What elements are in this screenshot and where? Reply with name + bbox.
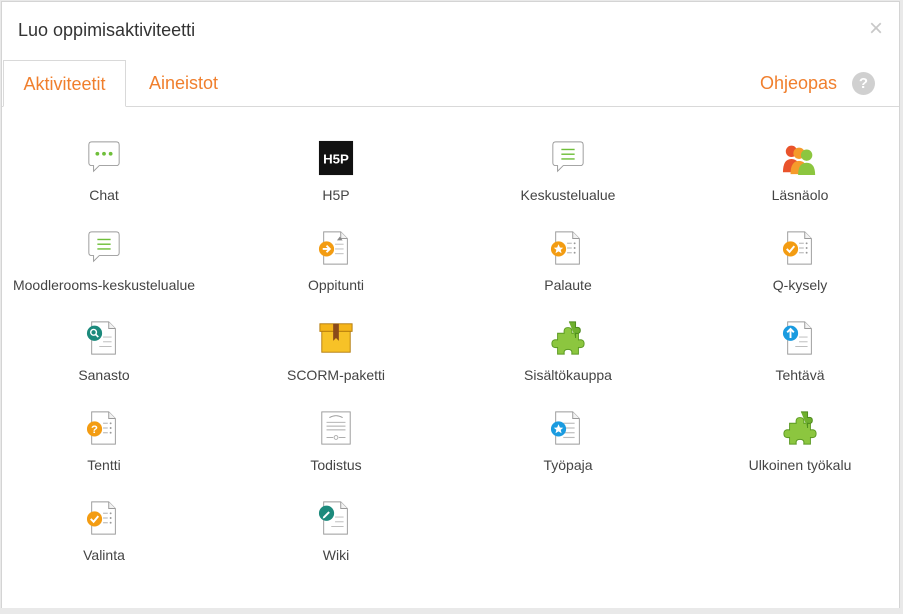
activity-chat[interactable]: Chat bbox=[0, 107, 209, 203]
activity-attendance[interactable]: Läsnäolo bbox=[695, 107, 903, 203]
close-icon[interactable]: × bbox=[865, 16, 887, 42]
page-background-strip bbox=[0, 608, 903, 614]
activity-wiki[interactable]: Wiki bbox=[231, 467, 441, 563]
svg-text:?: ? bbox=[91, 424, 98, 436]
forum-icon bbox=[88, 231, 120, 262]
h5p-icon: H5P bbox=[318, 140, 354, 176]
activity-chooser-dialog: Luo oppimisaktiviteetti × Aktiviteetit A… bbox=[1, 1, 900, 609]
activity-label: Työpaja bbox=[543, 457, 593, 473]
questionnaire-icon bbox=[782, 231, 812, 265]
puzzle-icon bbox=[551, 321, 585, 355]
activity-grid: Chat H5P H5P Keskustelualue Läsnäolo Moo… bbox=[2, 107, 901, 587]
dialog-header: Luo oppimisaktiviteetti × bbox=[2, 2, 899, 60]
feedback-icon bbox=[550, 231, 580, 265]
activity-assignment[interactable]: Tehtävä bbox=[695, 287, 903, 383]
activity-choice[interactable]: Valinta bbox=[0, 467, 209, 563]
activity-label: Ulkoinen työkalu bbox=[748, 457, 852, 473]
lesson-icon bbox=[318, 231, 348, 265]
activity-questionnaire[interactable]: Q-kysely bbox=[695, 197, 903, 293]
tab-resources[interactable]: Aineistot bbox=[149, 60, 218, 106]
forum-icon bbox=[552, 141, 584, 172]
workshop-icon bbox=[550, 411, 580, 445]
activity-content-store[interactable]: Sisältökauppa bbox=[463, 287, 673, 383]
tab-activities[interactable]: Aktiviteetit bbox=[3, 60, 126, 107]
wiki-icon bbox=[318, 501, 348, 535]
activity-forum[interactable]: Keskustelualue bbox=[463, 107, 673, 203]
help-guide-link[interactable]: Ohjeopas bbox=[760, 60, 837, 106]
svg-text:H5P: H5P bbox=[323, 152, 349, 167]
activity-moodlerooms-forum[interactable]: Moodlerooms-keskustelualue bbox=[0, 197, 209, 293]
quiz-icon: ? bbox=[86, 411, 116, 445]
question-mark-icon[interactable]: ? bbox=[852, 72, 875, 95]
activity-external-tool[interactable]: Ulkoinen työkalu bbox=[695, 377, 903, 473]
activity-lesson[interactable]: Oppitunti bbox=[231, 197, 441, 293]
activity-feedback[interactable]: Palaute bbox=[463, 197, 673, 293]
activity-label: Wiki bbox=[322, 547, 350, 563]
chat-icon bbox=[88, 141, 120, 172]
activity-glossary[interactable]: Sanasto bbox=[0, 287, 209, 383]
activity-certificate[interactable]: Todistus bbox=[231, 377, 441, 473]
glossary-icon bbox=[86, 321, 116, 355]
activity-workshop[interactable]: Työpaja bbox=[463, 377, 673, 473]
dialog-title: Luo oppimisaktiviteetti bbox=[18, 20, 196, 40]
tab-bar: Aktiviteetit Aineistot Ohjeopas ? bbox=[2, 60, 899, 107]
scorm-package-icon bbox=[319, 323, 353, 353]
activity-scorm[interactable]: SCORM-paketti bbox=[231, 287, 441, 383]
choice-icon bbox=[86, 501, 116, 535]
activity-quiz[interactable]: ? Tentti bbox=[0, 377, 209, 473]
activity-h5p[interactable]: H5P H5P bbox=[231, 107, 441, 203]
attendance-icon bbox=[782, 145, 816, 176]
assignment-icon bbox=[782, 321, 812, 355]
activity-label: Valinta bbox=[83, 547, 125, 563]
certificate-icon bbox=[321, 411, 351, 445]
puzzle-icon bbox=[783, 411, 817, 445]
